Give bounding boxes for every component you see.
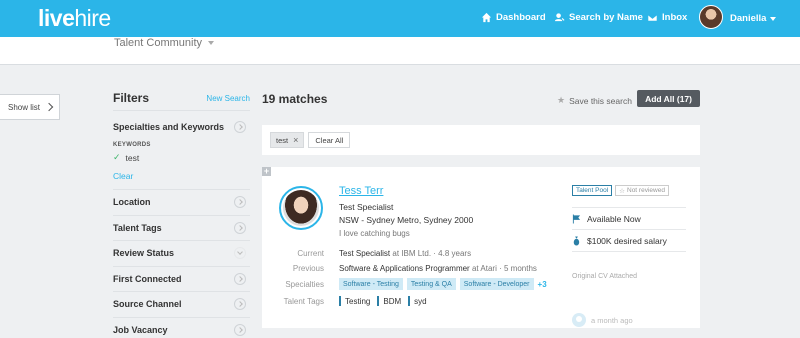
activity-row: a month ago [572,313,633,327]
money-bag-icon [573,236,580,245]
check-icon: ✓ [113,152,121,162]
specialties-row: Specialties Software - Testing Testing &… [285,278,547,290]
clear-keywords-link[interactable]: Clear [113,171,250,181]
match-count: 19 matches [262,92,328,106]
talent-tag[interactable]: Testing [339,296,370,306]
talent-pool-badge: Talent Pool [572,185,613,196]
chevron-right-icon [234,196,246,209]
top-navbar: livehire Dashboard Search by Name Inbox … [0,0,800,37]
avatar [572,313,586,327]
cv-attached-note: Original CV Attached [572,273,637,280]
show-list-button[interactable]: Show list [0,94,60,120]
candidate-status-panel: Talent Pool ☆ Not reviewed Available Now … [572,185,686,327]
chevron-down-icon [770,16,777,21]
active-search-bar: test × Clear All [262,125,700,155]
nav-dashboard[interactable]: Dashboard [481,12,546,23]
filter-specialties: Specialties and Keywords KEYWORDS ✓ test… [113,111,250,181]
review-status-badge[interactable]: ☆ Not reviewed [615,185,669,196]
availability-row: Available Now [572,207,686,229]
chevron-right-icon [234,323,246,336]
filter-talent-tags[interactable]: Talent Tags [113,214,250,241]
results-header: 19 matches ★ Save this search Add All (1… [262,88,700,112]
expand-plus-icon[interactable]: + [262,167,271,176]
filters-panel: Filters New Search Specialties and Keywo… [113,86,250,338]
filter-location[interactable]: Location [113,189,250,215]
mail-icon [647,14,658,22]
keywords-heading: KEYWORDS [113,142,151,148]
user-menu[interactable]: Daniella [730,13,777,24]
chevron-right-icon [44,102,54,112]
candidate-title: Test Specialist [339,202,394,212]
star-icon: ☆ [619,187,625,195]
nav-search-by-name[interactable]: Search by Name [554,12,643,23]
specialty-chip[interactable]: Testing & QA [406,278,456,290]
subheader: Talent Community [0,37,800,65]
nav-inbox[interactable]: Inbox [647,12,687,23]
filter-label[interactable]: Specialties and Keywords [113,122,224,132]
user-avatar[interactable] [699,5,723,29]
candidate-avatar[interactable] [279,186,323,230]
talent-tag[interactable]: syd [408,296,427,306]
filter-first-connected[interactable]: First Connected [113,265,250,292]
chevron-right-icon [234,221,246,234]
filter-job-vacancy[interactable]: Job Vacancy [113,316,250,338]
clear-all-button[interactable]: Clear All [308,132,351,148]
specialty-chip[interactable]: Software - Developer [459,278,534,290]
talent-tag[interactable]: BDM [377,296,401,306]
candidate-name-link[interactable]: Tess Terr [339,185,383,197]
filter-review-status[interactable]: Review Status [113,240,250,266]
add-all-button[interactable]: Add All (17) [637,90,700,107]
filter-source-channel[interactable]: Source Channel [113,291,250,317]
new-search-link[interactable]: New Search [206,94,250,103]
home-icon [481,12,492,23]
user-search-icon [554,13,565,22]
candidate-card[interactable]: Tess Terr Test Specialist NSW - Sydney M… [262,167,700,328]
save-search-button[interactable]: ★ Save this search [557,95,632,106]
close-icon[interactable]: × [293,135,298,145]
candidate-location: NSW - Sydney Metro, Sydney 2000 [339,215,474,225]
chevron-right-icon [234,272,246,285]
community-selector[interactable]: Talent Community [114,37,215,49]
star-icon: ★ [557,95,566,105]
chevron-down-icon [234,247,246,260]
previous-role-row: Previous Software & Applications Program… [292,263,537,273]
talent-tags-row: Talent Tags Testing BDM syd [283,296,427,306]
specialty-chip[interactable]: Software - Testing [339,278,403,290]
flag-icon [572,214,581,223]
filters-title: Filters [113,91,150,105]
more-specialties-link[interactable]: +3 [538,280,547,289]
salary-row: $100K desired salary [572,229,686,251]
current-role-row: Current Test Specialist at IBM Ltd. · 4.… [297,248,472,258]
chevron-right-icon[interactable] [234,121,246,133]
candidate-tagline: I love catching bugs [339,229,410,238]
chevron-right-icon [234,298,246,311]
livehire-logo[interactable]: livehire [38,5,111,32]
search-tag-chip[interactable]: test × [270,132,305,148]
keyword-item[interactable]: ✓ test [113,152,250,163]
chevron-down-icon [208,41,215,46]
